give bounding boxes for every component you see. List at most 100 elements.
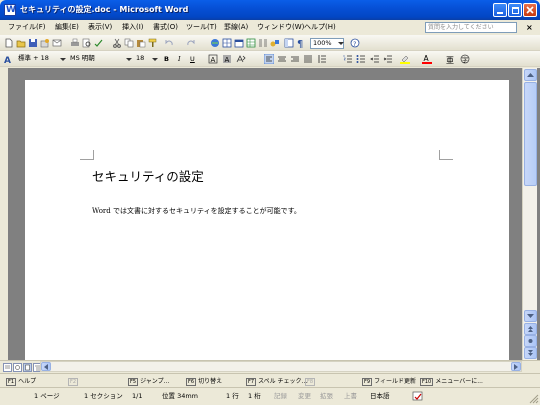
show-hide-icon[interactable]: ¶ <box>296 38 306 48</box>
fkey-f6[interactable]: F6 切り替え <box>186 377 222 386</box>
fkey-label: メニューバーに... <box>435 378 483 385</box>
font-size-combo[interactable]: 18 <box>134 54 150 65</box>
redo-icon[interactable] <box>186 38 196 48</box>
spelling-status-icon[interactable] <box>412 391 424 402</box>
align-left-icon[interactable] <box>264 54 274 64</box>
fkey-f8[interactable]: F8 <box>305 377 317 386</box>
normal-view-button[interactable] <box>3 363 12 372</box>
menu-insert[interactable]: 挿入(I) <box>122 23 144 32</box>
menu-window[interactable]: ウィンドウ(W) <box>257 23 304 32</box>
menu-table[interactable]: 罫線(A) <box>224 23 248 32</box>
previous-page-button[interactable] <box>524 323 537 335</box>
highlight-icon[interactable] <box>400 54 410 64</box>
vertical-scrollbar[interactable] <box>522 68 537 360</box>
fkey-f5[interactable]: F5 ジャンプ... <box>128 377 169 386</box>
horizontal-scrollbar[interactable] <box>40 361 522 372</box>
title-bar[interactable]: W セキュリティの設定.doc - Microsoft Word <box>0 0 540 20</box>
print-icon[interactable] <box>70 38 80 48</box>
scroll-left-button[interactable] <box>41 362 51 371</box>
new-document-icon[interactable] <box>4 38 14 48</box>
scroll-right-button[interactable] <box>511 362 521 371</box>
status-trk[interactable]: 変更 <box>298 392 311 401</box>
print-preview-icon[interactable] <box>82 38 92 48</box>
menu-view[interactable]: 表示(V) <box>88 23 112 32</box>
browse-object-button[interactable] <box>524 335 537 347</box>
scroll-up-button[interactable] <box>524 69 537 81</box>
status-ovr[interactable]: 上書 <box>344 392 357 401</box>
menu-tools[interactable]: ツール(T) <box>186 23 217 32</box>
align-center-icon[interactable] <box>277 54 287 64</box>
align-right-icon[interactable] <box>290 54 300 64</box>
hyperlink-icon[interactable] <box>210 38 220 48</box>
fkey-num: F7 <box>246 378 257 386</box>
maximize-icon <box>512 7 519 14</box>
bullets-icon[interactable] <box>356 54 366 64</box>
menu-format[interactable]: 書式(O) <box>153 23 178 32</box>
justify-icon[interactable] <box>303 54 313 64</box>
spelling-icon[interactable] <box>94 38 104 48</box>
undo-icon[interactable] <box>164 38 174 48</box>
size-dropdown-icon[interactable] <box>150 54 160 64</box>
menu-edit[interactable]: 編集(E) <box>55 23 79 32</box>
decrease-indent-icon[interactable] <box>370 54 380 64</box>
underline-button[interactable]: U <box>190 54 195 64</box>
document-body-text[interactable]: Word では文書に対するセキュリティを設定することが可能です。 <box>92 206 301 217</box>
next-page-button[interactable] <box>524 347 537 359</box>
close-button[interactable] <box>523 3 537 17</box>
fkey-f2[interactable]: F2 <box>68 377 80 386</box>
fkey-f1[interactable]: F1 ヘルプ <box>6 377 36 386</box>
line-spacing-icon[interactable] <box>317 54 327 64</box>
word-app-icon[interactable]: W <box>4 4 16 16</box>
fkey-f7[interactable]: F7 スペル チェック... <box>246 377 307 386</box>
maximize-button[interactable] <box>508 3 522 17</box>
scroll-down-button[interactable] <box>524 310 537 322</box>
dropdown-arrow-icon[interactable] <box>336 38 346 48</box>
save-icon[interactable] <box>28 38 38 48</box>
document-heading[interactable]: セキュリティの設定 <box>92 168 204 186</box>
font-color-icon[interactable]: A <box>422 54 432 64</box>
email-icon[interactable] <box>52 38 62 48</box>
character-scaling-icon[interactable] <box>236 54 246 64</box>
web-layout-button[interactable] <box>13 363 22 372</box>
increase-indent-icon[interactable] <box>383 54 393 64</box>
fkey-f10[interactable]: F10 メニューバーに... <box>420 377 483 386</box>
permission-icon[interactable] <box>40 38 50 48</box>
numbering-icon[interactable] <box>343 54 353 64</box>
scroll-thumb[interactable] <box>524 82 537 186</box>
tables-borders-icon[interactable] <box>222 38 232 48</box>
menu-file[interactable]: ファイル(F) <box>8 23 46 32</box>
character-border-icon[interactable]: A <box>208 54 218 64</box>
arrow-right-icon <box>514 364 518 370</box>
format-painter-icon[interactable] <box>148 38 158 48</box>
style-combo[interactable]: 標準 + 18 <box>16 54 62 65</box>
cut-icon[interactable] <box>112 38 122 48</box>
document-close-button[interactable]: × <box>526 23 533 32</box>
resize-grip-icon[interactable] <box>528 393 539 404</box>
ask-question-input[interactable]: 質問を入力してください <box>425 22 517 33</box>
print-layout-button[interactable] <box>23 363 32 372</box>
drawing-icon[interactable] <box>270 38 280 48</box>
open-folder-icon[interactable] <box>16 38 26 48</box>
paste-icon[interactable] <box>136 38 146 48</box>
styles-formatting-icon[interactable]: A <box>4 54 14 64</box>
status-ext[interactable]: 拡張 <box>320 392 333 401</box>
italic-button[interactable]: I <box>178 54 181 64</box>
status-rec[interactable]: 記録 <box>274 392 287 401</box>
character-shading-icon[interactable]: A <box>222 54 232 64</box>
document-map-icon[interactable] <box>284 38 294 48</box>
enclose-characters-icon[interactable]: 字 <box>460 54 470 64</box>
insert-excel-icon[interactable] <box>246 38 256 48</box>
phonetic-guide-icon[interactable]: 亜 <box>446 54 456 64</box>
fkey-f9[interactable]: F9 フィールド更新 <box>362 377 416 386</box>
style-dropdown-icon[interactable] <box>58 54 68 64</box>
document-page[interactable] <box>25 80 509 360</box>
copy-icon[interactable] <box>124 38 134 48</box>
font-combo[interactable]: MS 明朝 <box>68 54 122 65</box>
insert-table-icon[interactable] <box>234 38 244 48</box>
font-dropdown-icon[interactable] <box>124 54 134 64</box>
menu-help[interactable]: ヘルプ(H) <box>304 23 336 32</box>
help-icon[interactable]: ? <box>350 38 360 48</box>
bold-button[interactable]: B <box>164 54 169 64</box>
minimize-button[interactable] <box>493 3 507 17</box>
columns-icon[interactable] <box>258 38 268 48</box>
